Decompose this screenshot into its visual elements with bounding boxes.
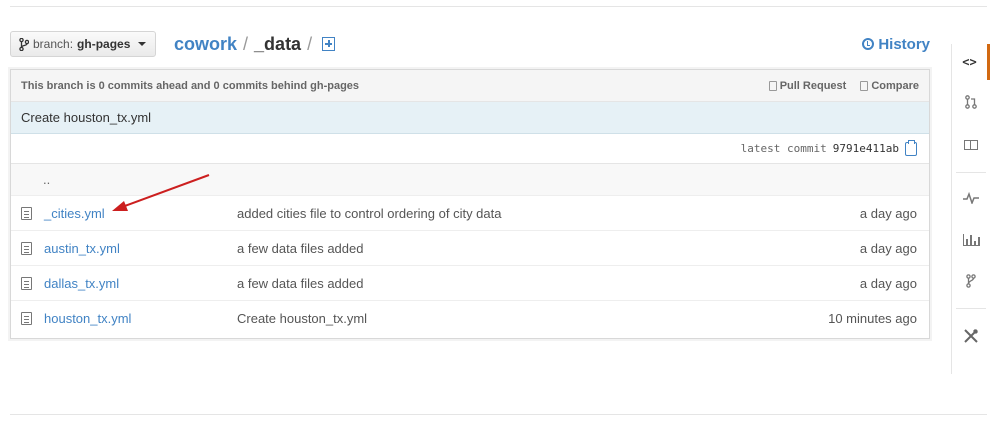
code-icon: <> <box>962 55 977 69</box>
network-icon <box>966 274 976 288</box>
latest-commit-message[interactable]: Create houston_tx.yml <box>11 102 929 134</box>
sidebar-item-pulse[interactable] <box>952 180 990 216</box>
pull-request-icon <box>768 80 777 91</box>
repo-sidebar-nav: <> <box>951 44 990 374</box>
sidebar-item-wiki[interactable] <box>952 127 990 163</box>
branch-status-text: This branch is 0 commits ahead and 0 com… <box>21 79 360 92</box>
file-age: 10 minutes ago <box>828 311 917 326</box>
parent-directory-link[interactable]: .. <box>43 172 50 187</box>
table-row: _cities.yml added cities file to control… <box>11 196 929 231</box>
file-commit-message[interactable]: Create houston_tx.yml <box>237 311 819 326</box>
compare-label: Compare <box>871 79 919 92</box>
branch-icon <box>19 37 29 51</box>
file-name-link[interactable]: _cities.yml <box>44 206 237 221</box>
file-commit-message[interactable]: a few data files added <box>237 241 819 256</box>
latest-commit-label: latest commit <box>740 142 827 155</box>
file-icon <box>21 312 32 325</box>
table-row: dallas_tx.yml a few data files added a d… <box>11 266 929 301</box>
file-age: a day ago <box>859 240 917 256</box>
branch-label: branch: <box>33 37 74 51</box>
table-row: austin_tx.yml a few data files added a d… <box>11 231 929 266</box>
file-name-link[interactable]: dallas_tx.yml <box>44 276 237 291</box>
latest-commit-meta: latest commit 9791e411ab <box>11 134 929 164</box>
pull-request-icon <box>965 95 977 109</box>
branch-name: gh-pages <box>77 37 131 51</box>
graphs-icon <box>962 234 980 246</box>
sidebar-divider <box>956 308 986 309</box>
sidebar-item-pull-requests[interactable] <box>952 84 990 120</box>
file-icon <box>21 276 32 290</box>
new-file-icon[interactable] <box>322 37 336 51</box>
file-age: a day ago <box>859 275 917 291</box>
breadcrumb-separator: / <box>243 33 249 54</box>
commit-sha[interactable]: 9791e411ab <box>833 142 899 155</box>
file-icon <box>21 241 32 255</box>
top-divider <box>10 6 987 7</box>
sidebar-item-code[interactable]: <> <box>952 44 990 80</box>
file-commit-message[interactable]: added cities file to control ordering of… <box>237 206 819 221</box>
sidebar-item-network[interactable] <box>952 263 990 299</box>
breadcrumb-separator: / <box>307 33 313 54</box>
branch-status-bar: This branch is 0 commits ahead and 0 com… <box>11 70 929 102</box>
parent-directory-row[interactable]: .. <box>11 164 929 196</box>
breadcrumb-current-dir: _data <box>254 33 302 54</box>
sidebar-item-graphs[interactable] <box>952 222 990 258</box>
file-commit-message[interactable]: a few data files added <box>237 276 819 291</box>
clipboard-icon[interactable] <box>905 139 917 156</box>
history-icon <box>862 38 875 50</box>
history-link[interactable]: History <box>862 31 930 57</box>
compare-icon <box>860 80 869 91</box>
pull-request-link[interactable]: Pull Request <box>768 79 847 92</box>
file-age: a day ago <box>859 205 917 221</box>
sidebar-divider <box>956 172 986 173</box>
file-icon <box>21 206 32 220</box>
pull-request-label: Pull Request <box>779 79 847 92</box>
chevron-down-icon <box>138 42 147 46</box>
history-label: History <box>878 35 930 53</box>
settings-icon <box>964 329 978 343</box>
file-name-link[interactable]: austin_tx.yml <box>44 241 237 256</box>
sidebar-item-settings[interactable] <box>952 318 990 354</box>
file-list: This branch is 0 commits ahead and 0 com… <box>10 69 930 339</box>
branch-select-button[interactable]: branch: gh-pages <box>10 31 157 57</box>
compare-link[interactable]: Compare <box>860 80 919 92</box>
file-navigation: branch: gh-pages cowork / _data / Histor… <box>10 31 930 57</box>
pulse-icon <box>963 192 979 204</box>
bottom-divider <box>10 414 987 415</box>
breadcrumb-repo-link[interactable]: cowork <box>174 34 237 55</box>
wiki-icon <box>964 140 978 150</box>
breadcrumb: cowork / _data / <box>174 31 336 57</box>
table-row: houston_tx.yml Create houston_tx.yml 10 … <box>11 301 929 336</box>
file-name-link[interactable]: houston_tx.yml <box>44 311 237 326</box>
